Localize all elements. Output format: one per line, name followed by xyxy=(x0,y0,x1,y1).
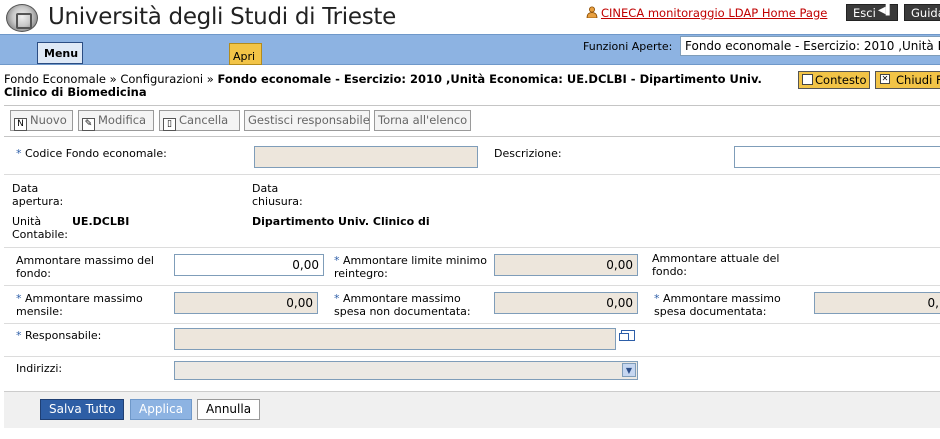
indirizzi-select[interactable] xyxy=(174,361,638,380)
open-functions-select[interactable]: Fondo economale - Esercizio: 2010 ,Unità… xyxy=(680,36,940,56)
unita-name: Dipartimento Univ. Clinico di xyxy=(252,215,430,228)
amm-max-fondo-input[interactable]: 0,00 xyxy=(174,254,324,276)
new-icon: N xyxy=(14,118,27,131)
descrizione-input[interactable] xyxy=(734,146,940,168)
amm-max-fondo-label: Ammontare massimo del fondo: xyxy=(16,254,154,280)
trash-icon: ▯ xyxy=(163,118,176,131)
open-functions-label: Funzioni Aperte: xyxy=(583,40,673,53)
unita-contabile-label: Unità Contabile: xyxy=(12,215,69,241)
descrizione-label: Descrizione: xyxy=(494,147,562,160)
amm-doc-input[interactable]: 0, xyxy=(814,292,940,314)
amm-mensile-input[interactable]: 0,00 xyxy=(174,292,318,314)
chevron-down-icon[interactable]: ▼ xyxy=(622,363,636,377)
row-divider xyxy=(4,356,940,357)
lookup-icon[interactable] xyxy=(619,330,635,341)
data-apertura-label: Data apertura: xyxy=(12,182,64,208)
responsabile-label: * Responsabile: xyxy=(16,329,102,342)
row-divider xyxy=(4,323,940,324)
indirizzi-label: Indirizzi: xyxy=(16,362,63,375)
codice-input[interactable] xyxy=(254,146,478,168)
codice-label: * Codice Fondo economale: xyxy=(16,147,167,160)
amm-non-doc-label: * Ammontare massimo spesa non documentata… xyxy=(334,292,471,318)
breadcrumb-item-configurazioni[interactable]: Configurazioni xyxy=(120,72,203,86)
breadcrumb: Fondo Economale » Configurazioni » Fondo… xyxy=(4,73,804,99)
modifica-button[interactable]: ✎ Modifica xyxy=(78,110,154,131)
amm-non-doc-input[interactable]: 0,00 xyxy=(494,292,638,314)
user-icon xyxy=(586,6,598,18)
breadcrumb-current: Fondo economale - Esercizio: 2010 ,Unità… xyxy=(4,72,762,99)
row-divider xyxy=(4,174,940,175)
logout-icon: ◀▌ xyxy=(878,5,894,16)
context-icon xyxy=(802,74,813,85)
cancella-button[interactable]: ▯ Cancella xyxy=(159,110,240,131)
breadcrumb-item-fondo-economale[interactable]: Fondo Economale xyxy=(4,72,106,86)
applica-button[interactable]: Applica xyxy=(130,399,193,420)
breadcrumb-separator: » xyxy=(206,72,214,86)
apri-tab[interactable]: Apri xyxy=(229,43,262,65)
cineca-home-link[interactable]: CINECA monitoraggio LDAP Home Page xyxy=(601,6,827,20)
data-chiusura-label: Data chiusura: xyxy=(252,182,303,208)
torna-elenco-button[interactable]: Torna all'elenco xyxy=(374,110,471,131)
amm-doc-label: * Ammontare massimo spesa documentata: xyxy=(654,292,781,318)
unita-code: UE.DCLBI xyxy=(72,215,130,228)
amm-attuale-label: Ammontare attuale del fondo: xyxy=(652,252,780,278)
nuovo-button[interactable]: N Nuovo xyxy=(10,110,73,131)
breadcrumb-separator: » xyxy=(109,72,117,86)
salva-tutto-button[interactable]: Salva Tutto xyxy=(40,399,125,420)
responsabile-input[interactable] xyxy=(174,328,616,350)
edit-icon: ✎ xyxy=(82,118,95,131)
row-divider xyxy=(4,285,940,286)
close-icon: ✕ xyxy=(880,74,890,84)
amm-limite-label: * Ammontare limite minimo reintegro: xyxy=(334,254,487,280)
gestisci-responsabile-button[interactable]: Gestisci responsabile xyxy=(244,110,370,131)
row-divider xyxy=(4,247,940,248)
menu-button[interactable]: Menu xyxy=(37,42,83,64)
amm-limite-input[interactable]: 0,00 xyxy=(494,254,638,276)
amm-mensile-label: * Ammontare massimo mensile: xyxy=(16,292,143,318)
help-button[interactable]: Guida xyxy=(904,4,940,21)
university-logo-icon xyxy=(6,4,38,32)
annulla-button[interactable]: Annulla xyxy=(197,399,261,420)
university-title: Università degli Studi di Trieste xyxy=(48,4,396,30)
